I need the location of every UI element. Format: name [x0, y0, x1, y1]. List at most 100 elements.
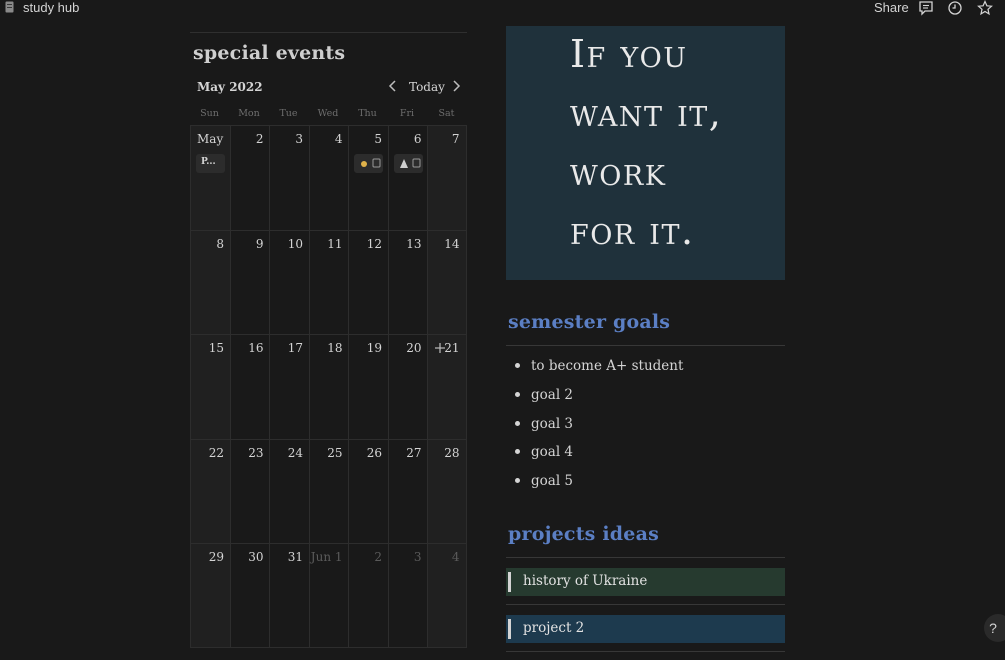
list-item[interactable]: goal 5	[508, 471, 683, 500]
day-number: 28	[444, 445, 460, 460]
quote-line: want it,	[570, 91, 723, 135]
day-number: 30	[248, 550, 264, 564]
today-button[interactable]: Today	[409, 80, 445, 94]
weekday-label: Mon	[238, 108, 260, 119]
chevron-right-icon[interactable]	[450, 79, 462, 93]
calendar-day-cell[interactable]: 22	[190, 438, 230, 544]
calendar-day-cell[interactable]: 12	[348, 229, 388, 335]
calendar-day-cell[interactable]: 29	[190, 543, 230, 648]
day-number: 13	[406, 236, 422, 251]
calendar-day-cell[interactable]: 2	[229, 125, 270, 230]
list-item[interactable]: to become A+ student	[508, 356, 683, 385]
calendar-day-cell[interactable]: 3	[387, 543, 428, 648]
calendar-day-cell[interactable]: 16	[229, 334, 270, 439]
comment-icon[interactable]	[918, 0, 934, 16]
day-number: 2	[374, 550, 382, 564]
calendar-day-cell[interactable]: 14	[427, 229, 467, 335]
list-item[interactable]: goal 2	[508, 385, 683, 414]
project-callout[interactable]: project 2	[506, 615, 785, 643]
calendar-day-cell[interactable]: 27	[387, 438, 428, 544]
calendar-day-cell[interactable]: 23	[229, 438, 270, 544]
calendar-day-cell[interactable]: 5	[348, 125, 388, 230]
project-label: history of Ukraine	[523, 573, 648, 589]
calendar-day-cell[interactable]: 25	[308, 438, 349, 544]
calendar-day-cell[interactable]: 20	[387, 334, 428, 439]
add-event-icon[interactable]	[435, 343, 445, 353]
calendar-day-cell[interactable]: 26	[348, 438, 388, 544]
calendar-day-cell[interactable]: 10	[269, 229, 309, 335]
calendar-day-cell[interactable]: Jun 1	[308, 543, 349, 648]
calendar-day-cell[interactable]: 9	[229, 229, 270, 335]
page-title[interactable]: study hub	[23, 0, 79, 15]
calendar-day-cell[interactable]: May P...	[190, 125, 230, 230]
day-number: 27	[406, 445, 422, 460]
calendar-day-cell[interactable]: 3	[269, 125, 309, 230]
calendar-day-cell[interactable]: 24	[269, 438, 309, 544]
weekday-label: Sat	[438, 108, 455, 119]
calendar-day-cell[interactable]: 11	[308, 229, 349, 335]
calendar-day-cell[interactable]: 6	[387, 125, 428, 230]
event-card[interactable]	[354, 154, 383, 173]
help-button[interactable]: ?	[984, 614, 1005, 642]
chevron-left-icon[interactable]	[387, 79, 399, 93]
day-number: 8	[216, 236, 224, 251]
bullet-icon	[515, 391, 520, 397]
calendar-heading[interactable]: special events	[193, 42, 345, 64]
calendar-day-cell[interactable]: 2	[348, 543, 388, 648]
project-callout[interactable]: history of Ukraine	[506, 568, 785, 596]
day-number: 3	[295, 132, 303, 146]
calendar-day-cell[interactable]: 7	[427, 125, 467, 230]
weekday-label: Wed	[317, 108, 339, 119]
calendar-day-cell[interactable]: 8	[190, 229, 230, 335]
calendar-month-label: May 2022	[197, 80, 263, 94]
day-number: May	[197, 132, 224, 146]
day-number: 19	[366, 341, 382, 355]
bullet-icon	[515, 478, 520, 484]
day-number: 18	[327, 341, 343, 355]
calendar-day-cell[interactable]: 4	[308, 125, 349, 230]
calendar-day-cell[interactable]: 4	[427, 543, 467, 648]
day-number: 4	[451, 550, 460, 564]
calendar-day-cell[interactable]: 21	[427, 334, 467, 439]
calendar-day-cell[interactable]: 31	[269, 543, 309, 648]
calendar-day-cell[interactable]: 28	[427, 438, 467, 544]
calendar-day-cell[interactable]: 13	[387, 229, 428, 335]
quote-image[interactable]: If you want it, work for it.	[506, 26, 785, 280]
bullet-icon	[515, 449, 520, 455]
list-item[interactable]: goal 3	[508, 414, 683, 443]
divider	[506, 651, 785, 652]
weekday-label: Sun	[200, 108, 219, 119]
divider	[506, 345, 785, 346]
event-card[interactable]: P...	[196, 154, 225, 173]
goal-text: to become A+ student	[531, 358, 684, 374]
day-number: 12	[366, 236, 382, 251]
day-number: 4	[334, 132, 343, 146]
weekday-label: Thu	[358, 108, 377, 119]
favorite-icon[interactable]	[977, 0, 993, 16]
calendar-day-cell[interactable]: 19	[348, 334, 388, 439]
history-icon[interactable]	[947, 0, 963, 16]
event-card[interactable]	[393, 154, 423, 173]
quote-bar	[508, 619, 511, 639]
day-number: 2	[255, 132, 264, 146]
page-icon[interactable]	[5, 1, 14, 13]
list-item[interactable]: goal 4	[508, 442, 683, 471]
share-button[interactable]: Share	[874, 0, 909, 15]
day-number: 26	[366, 445, 382, 460]
day-number: 11	[327, 236, 343, 251]
goals-heading[interactable]: semester goals	[508, 311, 670, 333]
day-number: 10	[287, 236, 303, 251]
quote-line: If you	[570, 32, 688, 76]
goals-list: to become A+ student goal 2 goal 3 goal …	[508, 356, 683, 500]
project-label: project 2	[523, 620, 585, 636]
day-number: 14	[444, 236, 460, 251]
event-title: P...	[201, 157, 216, 167]
projects-heading[interactable]: projects ideas	[508, 523, 659, 545]
quote-bar	[508, 572, 511, 592]
calendar-day-cell[interactable]: 30	[229, 543, 270, 648]
day-number: 15	[208, 341, 224, 355]
calendar-day-cell[interactable]: 15	[190, 334, 230, 439]
bullet-icon	[515, 420, 520, 426]
calendar-day-cell[interactable]: 17	[269, 334, 309, 439]
calendar-day-cell[interactable]: 18	[308, 334, 349, 439]
